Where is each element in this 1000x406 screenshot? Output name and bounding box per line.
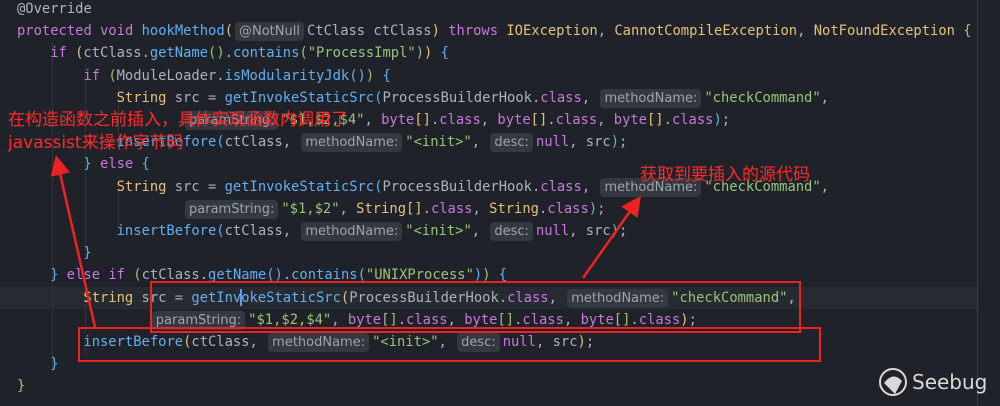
seebug-watermark: Seebug [878, 367, 987, 397]
arrow-to-note [581, 195, 641, 279]
annotation-note-right: 获取到要插入的源代码 [640, 165, 810, 185]
watermark-text: Seebug [912, 370, 988, 394]
annotation-note-left-2: javassist来操作字节码 [8, 133, 184, 153]
annotation-arrows [50, 155, 641, 328]
arrow-to-constructor [50, 155, 97, 328]
annotation-note-left-1: 在构造函数之前插入，具体实现函数内调用了 [8, 110, 348, 130]
seebug-logo-icon [879, 368, 907, 396]
